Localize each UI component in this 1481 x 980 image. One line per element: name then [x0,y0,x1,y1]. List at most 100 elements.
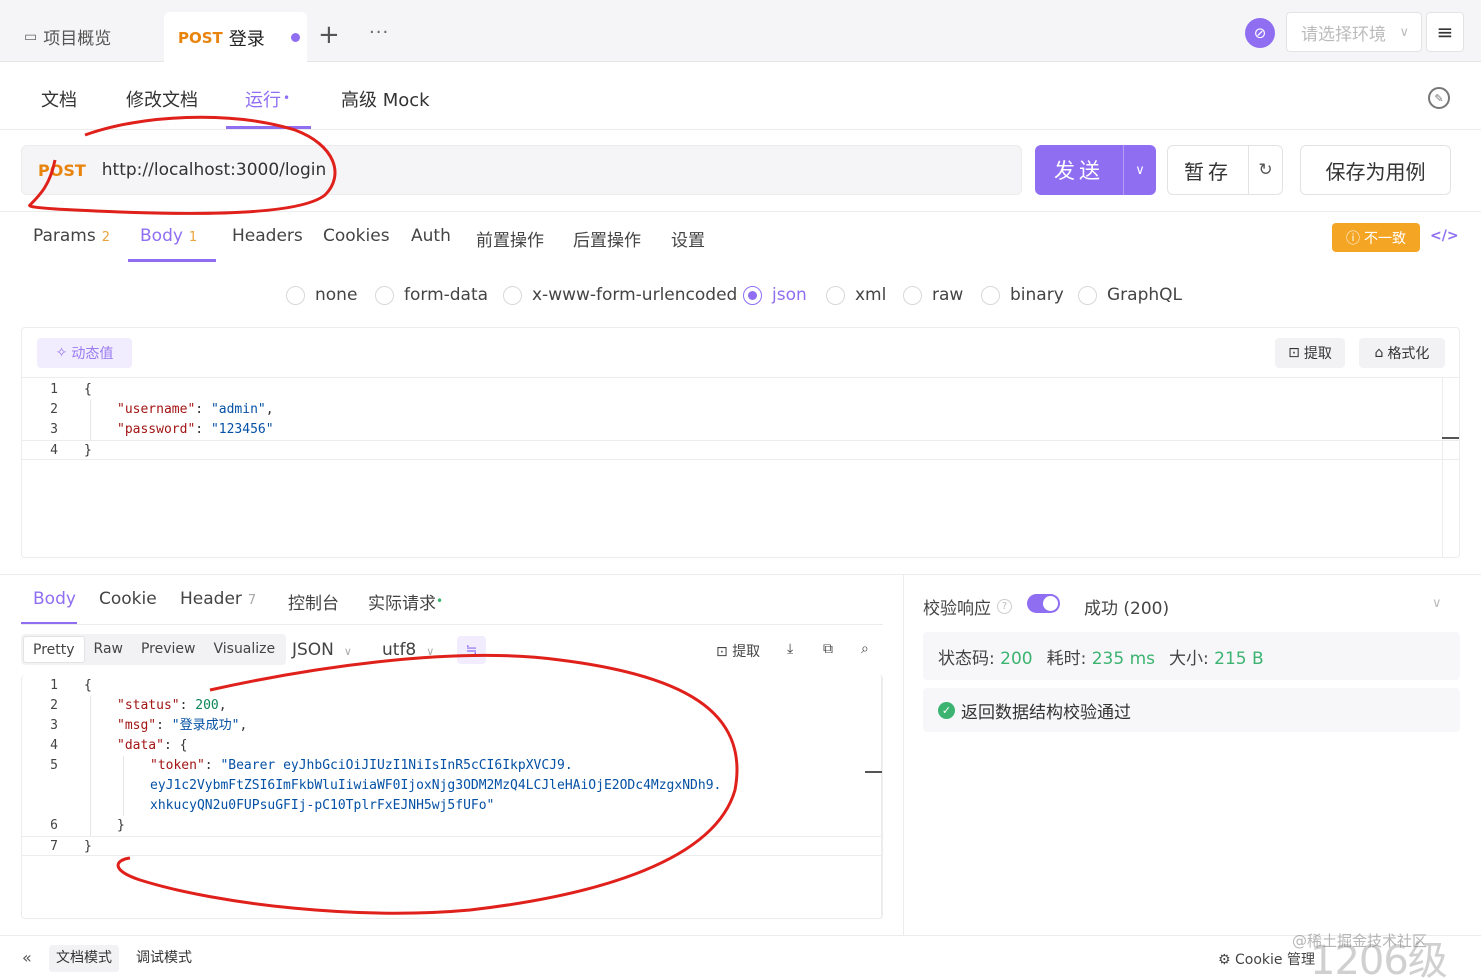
menu-icon[interactable]: ≡ [1426,12,1464,52]
tab-auth[interactable]: Auth [411,226,451,246]
chevron-down-icon[interactable]: ∨ [1432,596,1442,611]
tab-project-overview[interactable]: ▭ 项目概览 [24,24,111,50]
radio-label: json [772,285,807,305]
time-stat: 耗时: 235 ms [1047,644,1155,669]
send-button[interactable]: 发送 ∨ [1035,145,1156,195]
environment-select[interactable]: 请选择环境 ∨ [1286,12,1422,52]
dynamic-value-button[interactable]: ✧ 动态值 [37,338,132,368]
radio-circle [826,285,845,305]
line-number: 6 [50,818,58,833]
response-body-viewer[interactable]: 1{ 2 "status": 200, 3 "msg": "登录成功", 4 "dat… [21,675,883,919]
tab-settings[interactable]: 设置 [671,226,705,251]
line-number: 1 [50,382,58,397]
indent-guide [90,400,91,440]
tab-run[interactable]: 运行 • [245,86,290,112]
tab-headers[interactable]: Headers [232,226,303,246]
json-string: "Bearer eyJhbGciOiJIUzI1NiIsInR5cCI6IkpX… [220,758,573,773]
save-as-case-button[interactable]: 保存为用例 [1300,145,1451,195]
chevron-down-icon: ∨ [343,645,352,658]
tab-params[interactable]: Params 2 [33,226,110,246]
view-mode-preview[interactable]: Preview [132,636,205,663]
download-icon[interactable]: ⤓ [787,641,793,657]
response-tab-actual-request[interactable]: 实际请求• [368,589,443,614]
url-bar[interactable]: POST http://localhost:3000/login [21,145,1022,195]
validate-response-label: 校验响应 [923,599,991,619]
format-button[interactable]: ⌂ 格式化 [1359,338,1445,368]
response-tab-cookie[interactable]: Cookie [99,589,157,609]
tab-title: 登录 [228,28,265,50]
format-label: 格式化 [1387,346,1430,362]
radio-x-www-form-urlencoded[interactable]: x-www-form-urlencoded [503,285,737,305]
radio-xml[interactable]: xml [826,285,886,305]
tab-advanced-mock[interactable]: 高级 Mock [341,86,430,112]
tab-edit-doc[interactable]: 修改文档 [126,86,198,112]
code-text: { [84,382,92,397]
save-draft-button[interactable]: 暂存 ↻ [1167,145,1283,195]
response-tab-header[interactable]: Header 7 [180,589,256,609]
word-wrap-icon[interactable]: ≒ [457,636,486,664]
radio-none[interactable]: none [286,285,357,305]
cookie-manage-button[interactable]: ⚙ Cookie 管理 [1218,949,1315,969]
code-line: 3 "msg": "登录成功", [22,716,882,736]
extract-icon: ⊡ [716,644,733,660]
request-body-editor[interactable]: ✧ 动态值 ⊡ 提取 ⌂ 格式化 1{ 2 "username": "admin"… [21,327,1460,558]
tab-post-operations[interactable]: 后置操作 [573,226,641,251]
tab-body[interactable]: Body 1 [140,226,197,246]
response-extract-button[interactable]: ⊡ 提取 [716,641,760,661]
radio-circle [903,285,922,305]
tab-doc[interactable]: 文档 [41,86,77,112]
refresh-icon[interactable]: ↻ [1249,160,1282,180]
cookie-icon: ⚙ [1218,952,1236,968]
response-tab-console[interactable]: 控制台 [288,589,339,614]
validate-toggle[interactable] [1027,594,1060,613]
editor-toolbar: ✧ 动态值 ⊡ 提取 ⌂ 格式化 [22,328,1459,378]
json-key: "msg" [117,718,157,733]
code-icon[interactable]: </> [1430,228,1459,244]
validate-response: 校验响应 ? [923,594,1012,619]
response-tab-body[interactable]: Body [33,589,76,609]
sync-icon[interactable]: ⊘ [1245,18,1275,48]
view-mode-visualize[interactable]: Visualize [204,636,284,663]
tab-pre-operations[interactable]: 前置操作 [476,226,544,251]
json-key: "password" [117,422,196,437]
search-icon[interactable]: ⌕ [861,641,869,657]
new-tab-button[interactable]: + [318,22,340,48]
method-select[interactable]: POST [38,161,86,180]
radio-json[interactable]: json [743,285,807,305]
status-code-label: 状态码: [938,648,995,669]
radio-circle [286,285,305,305]
editor-scrollbar[interactable] [1442,378,1443,558]
view-mode-raw[interactable]: Raw [85,636,132,663]
debug-mode-button[interactable]: 调试模式 [129,945,199,972]
help-icon[interactable]: ? [997,599,1012,614]
json-key: "token" [150,758,205,773]
edit-icon[interactable]: ✎ [1428,87,1450,109]
tab-cookies[interactable]: Cookies [323,226,390,246]
editor-scrollbar[interactable] [881,675,882,919]
radio-binary[interactable]: binary [981,285,1064,305]
json-string: "admin" [210,402,266,417]
view-mode-pretty[interactable]: Pretty [23,636,85,663]
time-value: 235 ms [1091,648,1156,669]
active-tab-underline [128,259,216,262]
save-label: 暂存 [1184,159,1232,184]
radio-raw[interactable]: raw [903,285,963,305]
format-select[interactable]: JSON ∨ [292,640,352,660]
doc-mode-button[interactable]: 文档模式 [49,945,119,972]
inconsistent-badge[interactable]: ⓘ 不一致 [1332,223,1420,252]
radio-graphql[interactable]: GraphQL [1078,285,1182,305]
code-line: 1{ [22,676,882,696]
copy-icon[interactable]: ⧉ [823,641,833,657]
encoding-select[interactable]: utf8 ∨ [382,640,434,660]
validation-result[interactable]: 成功 (200) [1084,594,1169,619]
tab-post-login[interactable]: POST 登录 [164,12,307,63]
radio-circle [375,285,394,305]
url-input[interactable]: http://localhost:3000/login [102,160,327,180]
response-stats: 状态码: 200 耗时: 235 ms 大小: 215 B [923,632,1460,680]
chevron-down-icon[interactable]: ∨ [1124,163,1156,178]
more-tabs-button[interactable]: ··· [369,22,389,43]
collapse-sidebar-icon[interactable]: « [22,948,32,967]
radio-form-data[interactable]: form-data [375,285,488,305]
extract-button[interactable]: ⊡ 提取 [1275,338,1345,368]
json-string: "登录成功" [171,718,240,733]
